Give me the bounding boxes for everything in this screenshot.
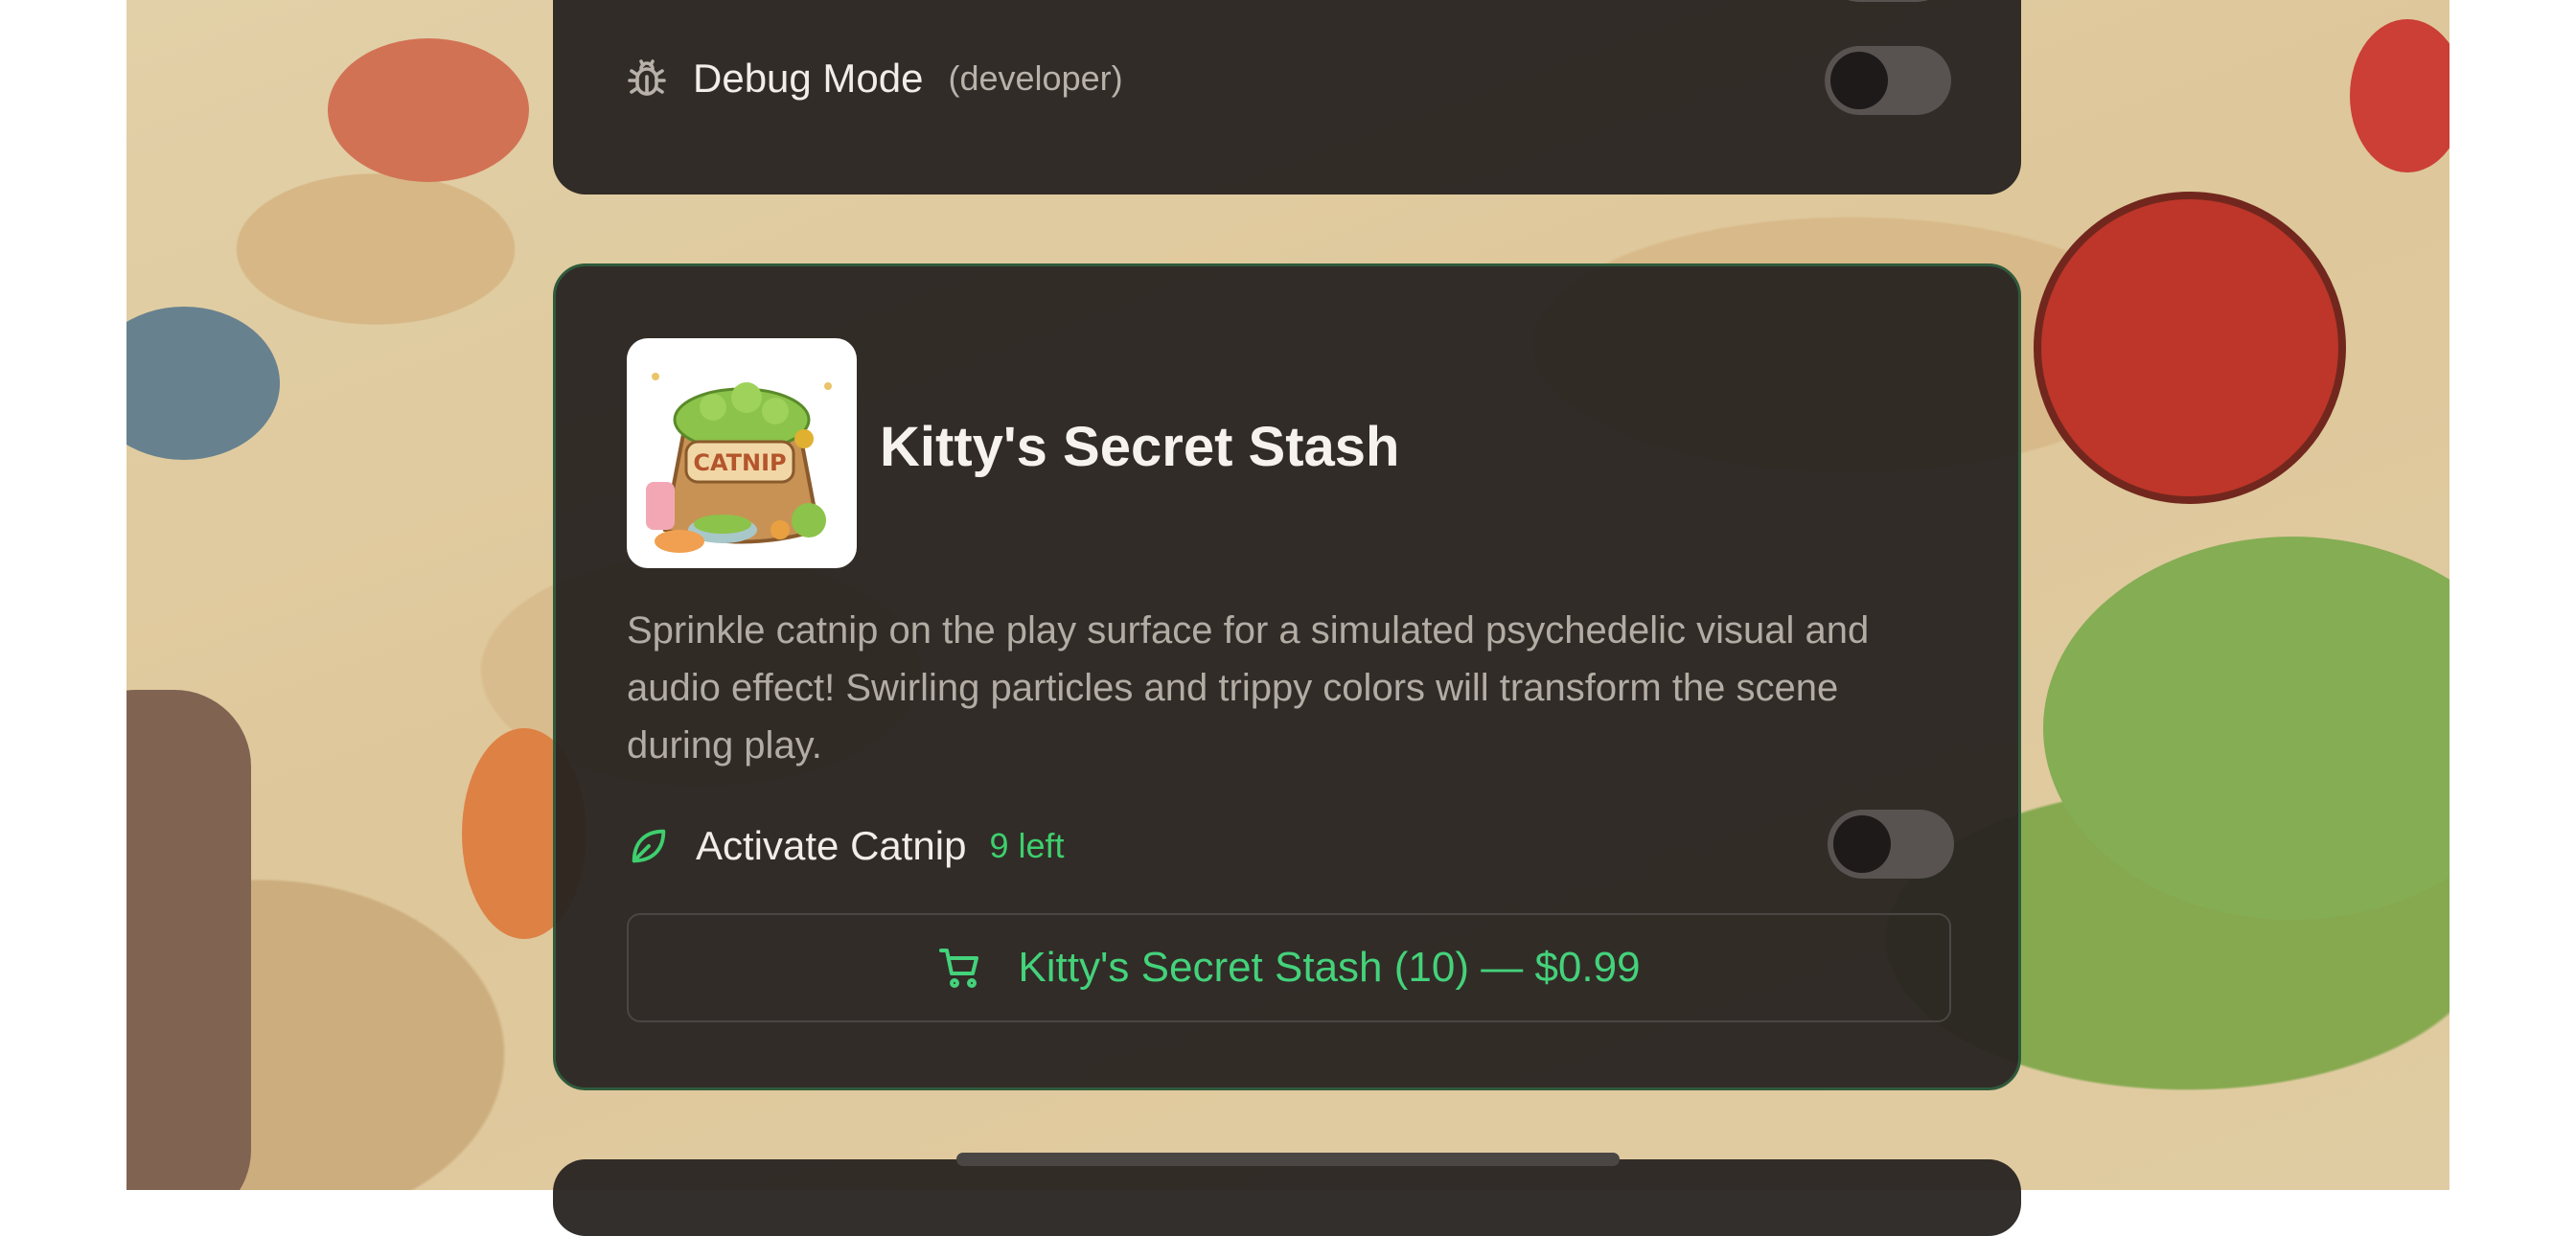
activate-catnip-toggle[interactable]	[1828, 810, 1954, 879]
toggle-knob	[1833, 815, 1891, 873]
home-indicator[interactable]	[956, 1153, 1620, 1166]
product-card: CATNIP Kitty's Secret Stash Sprinkle cat…	[553, 263, 2021, 1090]
cart-icon	[937, 945, 983, 991]
leaf-icon	[627, 824, 671, 868]
bug-icon	[624, 56, 670, 102]
debug-mode-hint: (developer)	[948, 58, 1123, 98]
toggle-knob	[1830, 52, 1888, 109]
activate-catnip-label: Activate Catnip	[696, 823, 967, 868]
next-card	[553, 1159, 2021, 1236]
previous-toggle[interactable]	[1825, 0, 1951, 2]
debug-mode-toggle[interactable]	[1825, 46, 1951, 115]
catnip-bag-text: CATNIP	[693, 449, 786, 476]
product-description: Sprinkle catnip on the play surface for …	[627, 609, 1870, 767]
settings-card: Debug Mode (developer)	[553, 0, 2021, 195]
activate-catnip-row: Activate Catnip 9 left	[627, 813, 1065, 880]
debug-mode-row: Debug Mode (developer)	[624, 50, 1123, 107]
debug-mode-label: Debug Mode	[693, 56, 924, 101]
product-title: Kitty's Secret Stash	[880, 416, 1400, 478]
buy-stash-label: Kitty's Secret Stash (10) — $0.99	[1018, 944, 1641, 991]
remaining-count: 9 left	[989, 826, 1065, 865]
buy-stash-button[interactable]: Kitty's Secret Stash (10) — $0.99	[627, 913, 1951, 1022]
catnip-product-image: CATNIP	[627, 338, 857, 568]
